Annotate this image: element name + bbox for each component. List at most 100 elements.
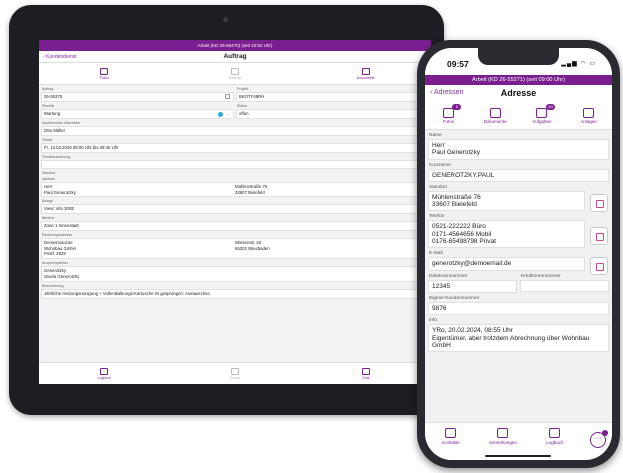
tablet-nav-bar: ‹ Kundendienst Auftrag — [39, 51, 431, 63]
more-button[interactable]: ··· — [590, 430, 608, 448]
rechnung-box[interactable]: Demeimolozue Wohnbau GmbH Postf. 2829 Wi… — [41, 238, 429, 259]
tab-fotos[interactable]: Fotos — [39, 63, 170, 84]
notch — [478, 48, 559, 65]
phone-screen: 09:57 ▂▄▆ ◠ ▭ Arbeit (KD 26-55271) (seit… — [425, 48, 612, 460]
page-title: Adresse — [500, 88, 537, 98]
field-standort: Standort Mühlenstraße 76 33607 Bielefeld — [425, 184, 612, 212]
tab-label: Logbuch — [97, 375, 112, 380]
system-status-bar: 09:57 ▂▄▆ ◠ ▭ — [425, 48, 612, 75]
email-input[interactable]: generotzky@demoemail.de — [428, 257, 585, 271]
phone-nav-bar: ‹ Adressen Adresse — [425, 85, 612, 102]
camera-icon — [223, 17, 228, 22]
field-projekt: Projekt BKOTF48RH — [236, 87, 429, 102]
termin-input[interactable]: Fr, 13.02.2026 08:00 Uhr bis 09:30 Uhr — [41, 143, 429, 153]
field-telefon: Telefon 0521-222222 Büro 0171-4564656 Mo… — [425, 213, 612, 249]
tab-label: Chat — [361, 375, 370, 380]
name-input[interactable]: Herr Paul Generotzky — [428, 139, 609, 160]
tablet-screen: Arbeit (KD 26-55470) (seit 10:52 Uhr) ‹ … — [39, 40, 431, 384]
field-label: Debitorennummer — [429, 273, 468, 279]
field-value: Wartung — [44, 111, 61, 116]
copy-icon[interactable] — [225, 94, 230, 99]
tab-label: Fotos — [99, 75, 109, 80]
field-value: 26-55375 — [44, 94, 63, 99]
field-terminanmerkung: Terminanmerkung — [41, 155, 429, 169]
tab-label: Kontakte — [442, 440, 460, 445]
tab-label: Scripte — [229, 375, 241, 380]
document-icon — [361, 67, 370, 75]
product-showcase: Arbeit (KD 26-55470) (seit 10:52 Uhr) ‹ … — [0, 0, 623, 473]
phone-status-bar: Arbeit (KD 26-55271) (seit 09:00 Uhr) — [425, 75, 612, 85]
field-label: Eigene Kundennummer — [429, 295, 480, 301]
info-input[interactable]: YRo, 20.02.2024, 08:55 Uhr Eigentümer, a… — [428, 324, 609, 353]
tab-label: Aufgaben — [532, 118, 552, 124]
document-icon — [489, 107, 501, 118]
tablet-tab-bar: Fotos Material Dokumente — [39, 63, 431, 85]
tab-material[interactable]: Material — [170, 63, 301, 84]
tab-label: Anmerkungen — [488, 440, 517, 445]
status-select[interactable]: offen — [236, 109, 429, 119]
anlage-value[interactable]: Viesc Vito 300E — [41, 204, 429, 214]
tab-label: Fotos — [442, 118, 454, 124]
tab-label: Anlagen — [580, 118, 597, 124]
kurzname-input[interactable]: GENEROTZKY,PAUL — [428, 168, 609, 182]
field-kurzname: Kurzname GENEROTZKY,PAUL — [425, 162, 612, 182]
field-prioritaet: Priorität Wartung ⌄ — [41, 104, 234, 119]
home-indicator — [485, 455, 551, 457]
debitor-input[interactable]: 12345 — [428, 279, 517, 293]
telefon-input[interactable]: 0521-222222 Büro 0171-4564656 Mobil 0176… — [428, 220, 585, 249]
adresse-box[interactable]: Herr Paul Generotzky Mühlenstraße 76 336… — [41, 182, 429, 197]
bereich-value[interactable]: Zone 1 Innenstadt — [41, 221, 429, 231]
beschreibung-value[interactable]: Jährliche Heizungsreinigung + Vollentkal… — [41, 288, 429, 299]
map-pin-icon[interactable] — [590, 193, 608, 212]
page-title: Auftrag — [223, 53, 247, 60]
auftrag-input[interactable]: 26-55375 — [41, 92, 234, 102]
device-icon — [583, 107, 595, 118]
tab-kontakte[interactable]: Kontakte — [425, 428, 477, 460]
field-label: E-Mail — [429, 251, 443, 257]
adresse-label: Adresse — [42, 177, 55, 181]
field-kreditor: Kreditorennummer — [520, 273, 609, 293]
chevron-down-icon: ⌄ — [226, 111, 230, 116]
tab-logbuch[interactable]: Logbuch — [39, 363, 170, 384]
field-status: Status offen — [236, 104, 429, 119]
tab-dokumente[interactable]: Dokumente — [472, 102, 519, 129]
ansprechpartner-label: Ansprechpartner — [42, 260, 68, 265]
tab-scripte[interactable]: Scripte — [170, 363, 301, 384]
clock: 09:57 — [447, 59, 469, 69]
kreditor-input[interactable] — [520, 279, 609, 292]
tab-aufgaben[interactable]: 3/3 Aufgaben — [519, 102, 566, 129]
tab-dokumente[interactable]: Dokumente — [300, 63, 431, 84]
tab-fotos[interactable]: 5 Fotos — [425, 102, 472, 129]
adresse-street: Mühlenstraße 76 33607 Bielefeld — [235, 184, 268, 195]
eigene-input[interactable]: 9876 — [428, 301, 609, 316]
material-icon — [231, 67, 239, 75]
field-mitarbeiter: Ausführender Mitarbeiter Otto Müller — [41, 121, 429, 136]
phone-device: 09:57 ▂▄▆ ◠ ▭ Arbeit (KD 26-55271) (seit… — [417, 40, 620, 468]
field-label: Standort — [429, 184, 448, 190]
field-email: E-Mail generotzky@demoemail.de — [425, 250, 612, 276]
signal-wifi-battery-icon: ▂▄▆ ◠ ▭ — [561, 61, 596, 67]
mitarbeiter-input[interactable]: Otto Müller — [41, 126, 429, 136]
terminanmerkung-input[interactable] — [41, 160, 429, 169]
tab-chat[interactable]: Chat — [300, 363, 431, 384]
prioritaet-select[interactable]: Wartung ⌄ — [41, 109, 234, 119]
projekt-input[interactable]: BKOTF48RH — [236, 92, 429, 102]
field-info: Info YRo, 20.02.2024, 08:55 Uhr Eigentüm… — [425, 317, 612, 353]
field-debitor: Debitorennummer 12345 — [428, 273, 517, 293]
phone-call-icon[interactable] — [590, 227, 608, 246]
ansprechpartner-value[interactable]: Generotzky Gisela Generotzky — [41, 265, 429, 282]
rechnung-name: Demeimolozue Wohnbau GmbH Postf. 2829 — [44, 240, 76, 256]
rechnung-street: Wiesenstr. 33 65203 Wiesbaden — [235, 240, 270, 251]
adresse-name: Herr Paul Generotzky — [44, 184, 76, 195]
status-dot-icon — [218, 112, 223, 117]
more-icon: ··· — [594, 435, 602, 442]
standort-input[interactable]: Mühlenstraße 76 33607 Bielefeld — [428, 190, 585, 212]
tab-anlagen[interactable]: Anlagen — [565, 102, 612, 129]
logbook-icon — [549, 428, 561, 438]
anlage-label: Anlage — [42, 199, 53, 203]
badge: 5 — [452, 104, 462, 110]
script-icon — [231, 367, 239, 375]
tab-label: Dokumente — [356, 75, 375, 80]
phone-tab-bar: 5 Fotos Dokumente 3/3 Aufgaben Anlagen — [425, 102, 612, 130]
rechnung-label: Rechnungsadresse — [42, 233, 73, 237]
